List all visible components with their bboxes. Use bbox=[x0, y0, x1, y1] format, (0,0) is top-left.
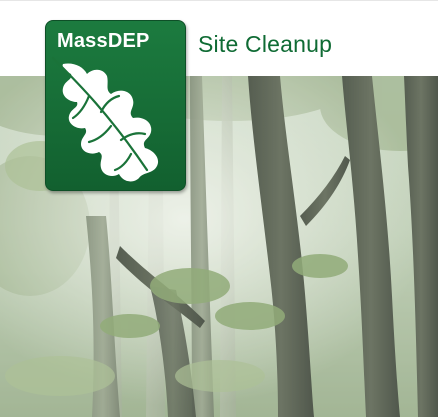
oak-leaf-icon bbox=[51, 56, 159, 182]
logo-text: MassDEP bbox=[57, 30, 150, 52]
massdep-logo[interactable]: MassDEP bbox=[45, 20, 186, 191]
page-frame: Site Cleanup MassDEP bbox=[0, 0, 438, 417]
site-title-link[interactable]: Site Cleanup bbox=[198, 30, 332, 58]
